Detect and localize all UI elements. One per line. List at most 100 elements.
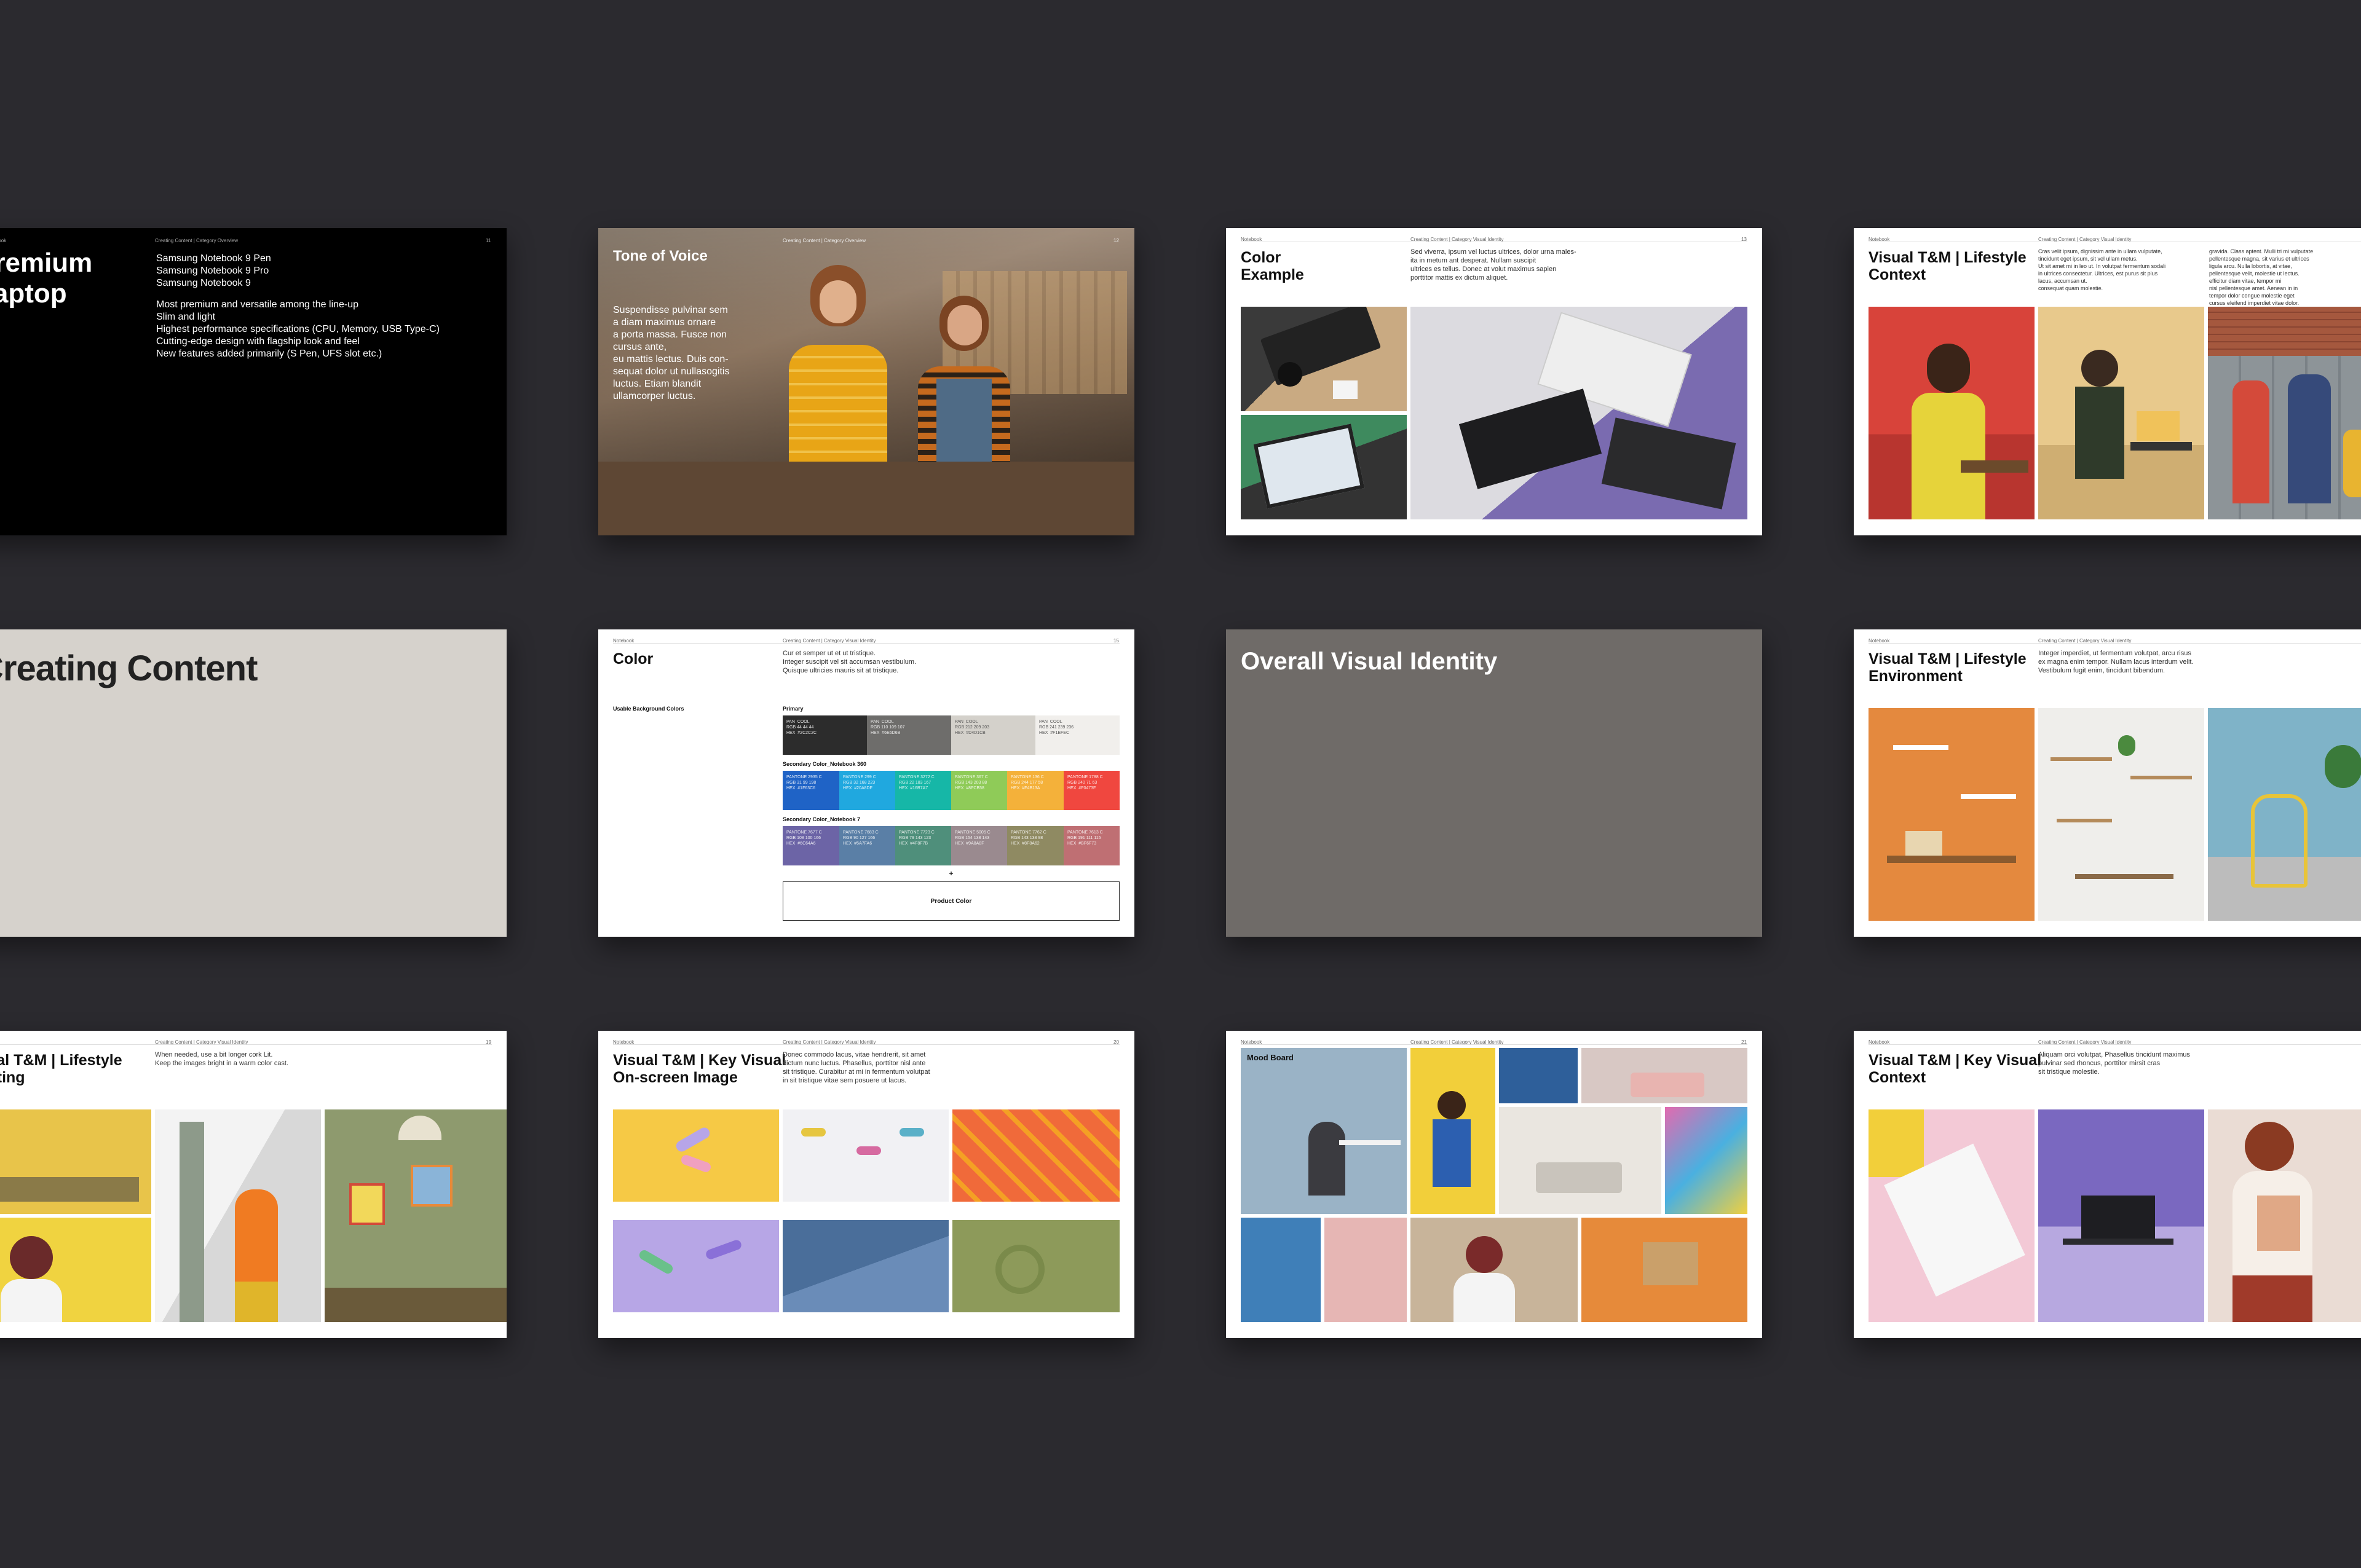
body-line: cursus eleifend imperdiet vitae dolor.	[2209, 300, 2300, 306]
slide-header-left: Notebook	[0, 238, 7, 243]
slide-body: Donec commodo lacus, vitae hendrerit, si…	[783, 1050, 930, 1085]
keyvisual-image	[613, 1109, 779, 1202]
context-photo	[1869, 1109, 2035, 1322]
slide-title: Color Example	[1241, 249, 1304, 283]
plant-image	[2325, 745, 2361, 788]
slide-page-number: 12	[1113, 238, 1119, 243]
floor-image	[325, 1288, 507, 1322]
lifestyle-photo	[2038, 307, 2204, 519]
slide-creating-content[interactable]: Creating Content	[0, 629, 507, 937]
shape-image	[856, 1146, 881, 1155]
body-line: cursus ante,	[613, 342, 667, 352]
body-line: Quisque ultricies mauris sit at tristiqu…	[783, 667, 899, 674]
laptop-rose-image	[2257, 1196, 2300, 1251]
model-item: Samsung Notebook 9	[156, 278, 251, 288]
slide-body: Sed viverra, ipsum vel luctus ultrices, …	[1410, 248, 1576, 282]
body-line: ligula arcu. Nulla lobortis, at vitae,	[2209, 263, 2292, 269]
body-line: lacus, accumsan ut.	[2038, 278, 2087, 284]
lifestyle-photo	[1869, 307, 2035, 519]
swatch-text: PANTONE 367 C RGB 143 203 88 HEX #8FCB58	[955, 775, 988, 790]
slide-key-visual-context[interactable]: Notebook Creating Content | Category Vis…	[1854, 1031, 2361, 1338]
person-face-image	[947, 305, 982, 345]
skateboard-image	[2343, 430, 2361, 497]
title-line: Lighting	[0, 1069, 25, 1086]
slide-color[interactable]: Notebook Creating Content | Category Vis…	[598, 629, 1134, 937]
body-line: nisl pellentesque amet. Aenean in in	[2209, 285, 2298, 291]
mood-photo	[1499, 1048, 1578, 1103]
mouse-image	[1278, 362, 1302, 387]
slide-overall-visual-identity[interactable]: Overall Visual Identity	[1226, 629, 1762, 937]
slide-lifestyle-lighting[interactable]: Creating Content | Category Visual Ident…	[0, 1031, 507, 1338]
swatch-text: PANTONE 7613 C RGB 191 111 115 HEX #BF6F…	[1067, 830, 1103, 846]
sofa-image	[1536, 1162, 1622, 1193]
slide-color-example[interactable]: Notebook Creating Content | Category Vis…	[1226, 228, 1762, 535]
body-line: in ultrices consectetur. Ultrices, est p…	[2038, 270, 2158, 277]
body-line: pellentesque magna, sit varius et ultric…	[2209, 256, 2309, 262]
laptop-black-image	[1458, 388, 1602, 489]
table-image	[1961, 460, 2028, 473]
secondary-swatch: PANTONE 7723 C RGB 79 143 123 HEX #4F8F7…	[895, 826, 951, 865]
body-line: dictum nunc luctus. Phasellus, porttitor…	[783, 1060, 926, 1067]
slide-body: Cur et semper ut et ut tristique. Intege…	[783, 649, 916, 675]
slide-title: Creating Content	[0, 648, 258, 688]
laptop-photo	[1241, 307, 1407, 411]
body-line: Integer suscipit vel sit accumsan vestib…	[783, 658, 917, 666]
person-dress-image	[1912, 393, 1985, 519]
slide-title: Visual T&M | Lifestyle Context	[1869, 249, 2027, 283]
mood-photo	[1410, 1218, 1578, 1322]
slide-premium-laptop[interactable]: Notebook Creating Content | Category Ove…	[0, 228, 507, 535]
keyvisual-image	[613, 1220, 779, 1312]
swatch-text: PANTONE 7677 C RGB 108 100 166 HEX #6C64…	[786, 830, 822, 846]
title-line: Visual T&M | Key Visual	[613, 1052, 786, 1069]
body-line: Keep the images bright in a warm color c…	[155, 1060, 289, 1067]
header-divider	[0, 1044, 492, 1045]
keyvisual-image	[952, 1109, 1120, 1202]
secondary-swatch: PANTONE 2935 C RGB 31 99 198 HEX #1F63C6	[783, 771, 839, 810]
product-color-button[interactable]: Product Color	[783, 881, 1120, 921]
body-line: pellentesque velit, molestie ut lectus.	[2209, 270, 2300, 277]
body-line: Donec commodo lacus, vitae hendrerit, si…	[783, 1051, 926, 1058]
frame-image	[411, 1165, 453, 1207]
laptop-black-image	[1601, 417, 1736, 510]
brick-wall-image	[2208, 307, 2361, 356]
secondary-label: Secondary Color_Notebook 360	[783, 761, 867, 767]
slide-body: Suspendisse pulvinar sem a diam maximus …	[613, 304, 729, 403]
desk-image	[1339, 1140, 1401, 1145]
lamp-image	[398, 1116, 441, 1140]
body-line: luctus. Etiam blandit	[613, 379, 702, 389]
model-list: Samsung Notebook 9 Pen Samsung Notebook …	[156, 253, 271, 290]
slide-title: Visual T&M | Key Visual Context	[1869, 1052, 2041, 1086]
swatch-text: PAN COOL RGB 212 209 203 HEX #D4D1CB	[955, 720, 990, 735]
body-line: in sit tristique vitae sem posuere ut la…	[783, 1077, 907, 1084]
shelf-image	[2051, 757, 2112, 761]
slide-key-visual-onscreen[interactable]: Notebook Creating Content | Category Vis…	[598, 1031, 1134, 1338]
slide-lifestyle-environment[interactable]: Notebook Creating Content | Category Vis…	[1854, 629, 2361, 937]
slide-tone-of-voice[interactable]: Creating Content | Category Overview 12 …	[598, 228, 1134, 535]
body-line: sit tristique. Curabitur at mi in fermen…	[783, 1068, 930, 1076]
person-image	[235, 1282, 278, 1322]
slide-mood-board[interactable]: Notebook Creating Content | Category Vis…	[1226, 1031, 1762, 1338]
body-line: sequat dolor ut nullasogitis	[613, 366, 730, 377]
mood-photo	[1499, 1107, 1661, 1214]
slide-body-secondary: gravida. Class aptent. Mulli tri mi vulp…	[2209, 248, 2313, 307]
title-line: Laptop	[0, 278, 67, 309]
person-sweater-image	[789, 345, 887, 480]
body-line: tincidunt eget ipsum, sit vel ullam metu…	[2038, 256, 2138, 262]
environment-photo	[1869, 708, 2035, 921]
person-image	[2232, 1275, 2312, 1322]
slide-title: Visual T&M | Key Visual On-screen Image	[613, 1052, 786, 1086]
slide-body: Cras velit ipsum, dignissim ante in ulla…	[2038, 248, 2165, 292]
slide-title: Color	[613, 650, 654, 668]
shape-image	[679, 1153, 713, 1174]
tablet-image	[1253, 424, 1365, 509]
title-line: Visual T&M | Lifestyle	[1869, 650, 2027, 668]
title-line: Example	[1241, 266, 1304, 283]
person-image	[1438, 1091, 1466, 1119]
feature-item: Most premium and versatile among the lin…	[156, 299, 359, 310]
slide-lifestyle-context[interactable]: Notebook Creating Content | Category Vis…	[1854, 228, 2361, 535]
slide-body: When needed, use a bit longer cork Lit. …	[155, 1050, 288, 1068]
board-image	[1643, 1242, 1698, 1285]
shelf-image	[1893, 745, 1948, 750]
title-line: On-screen Image	[613, 1069, 738, 1086]
context-photo	[2038, 1109, 2204, 1322]
